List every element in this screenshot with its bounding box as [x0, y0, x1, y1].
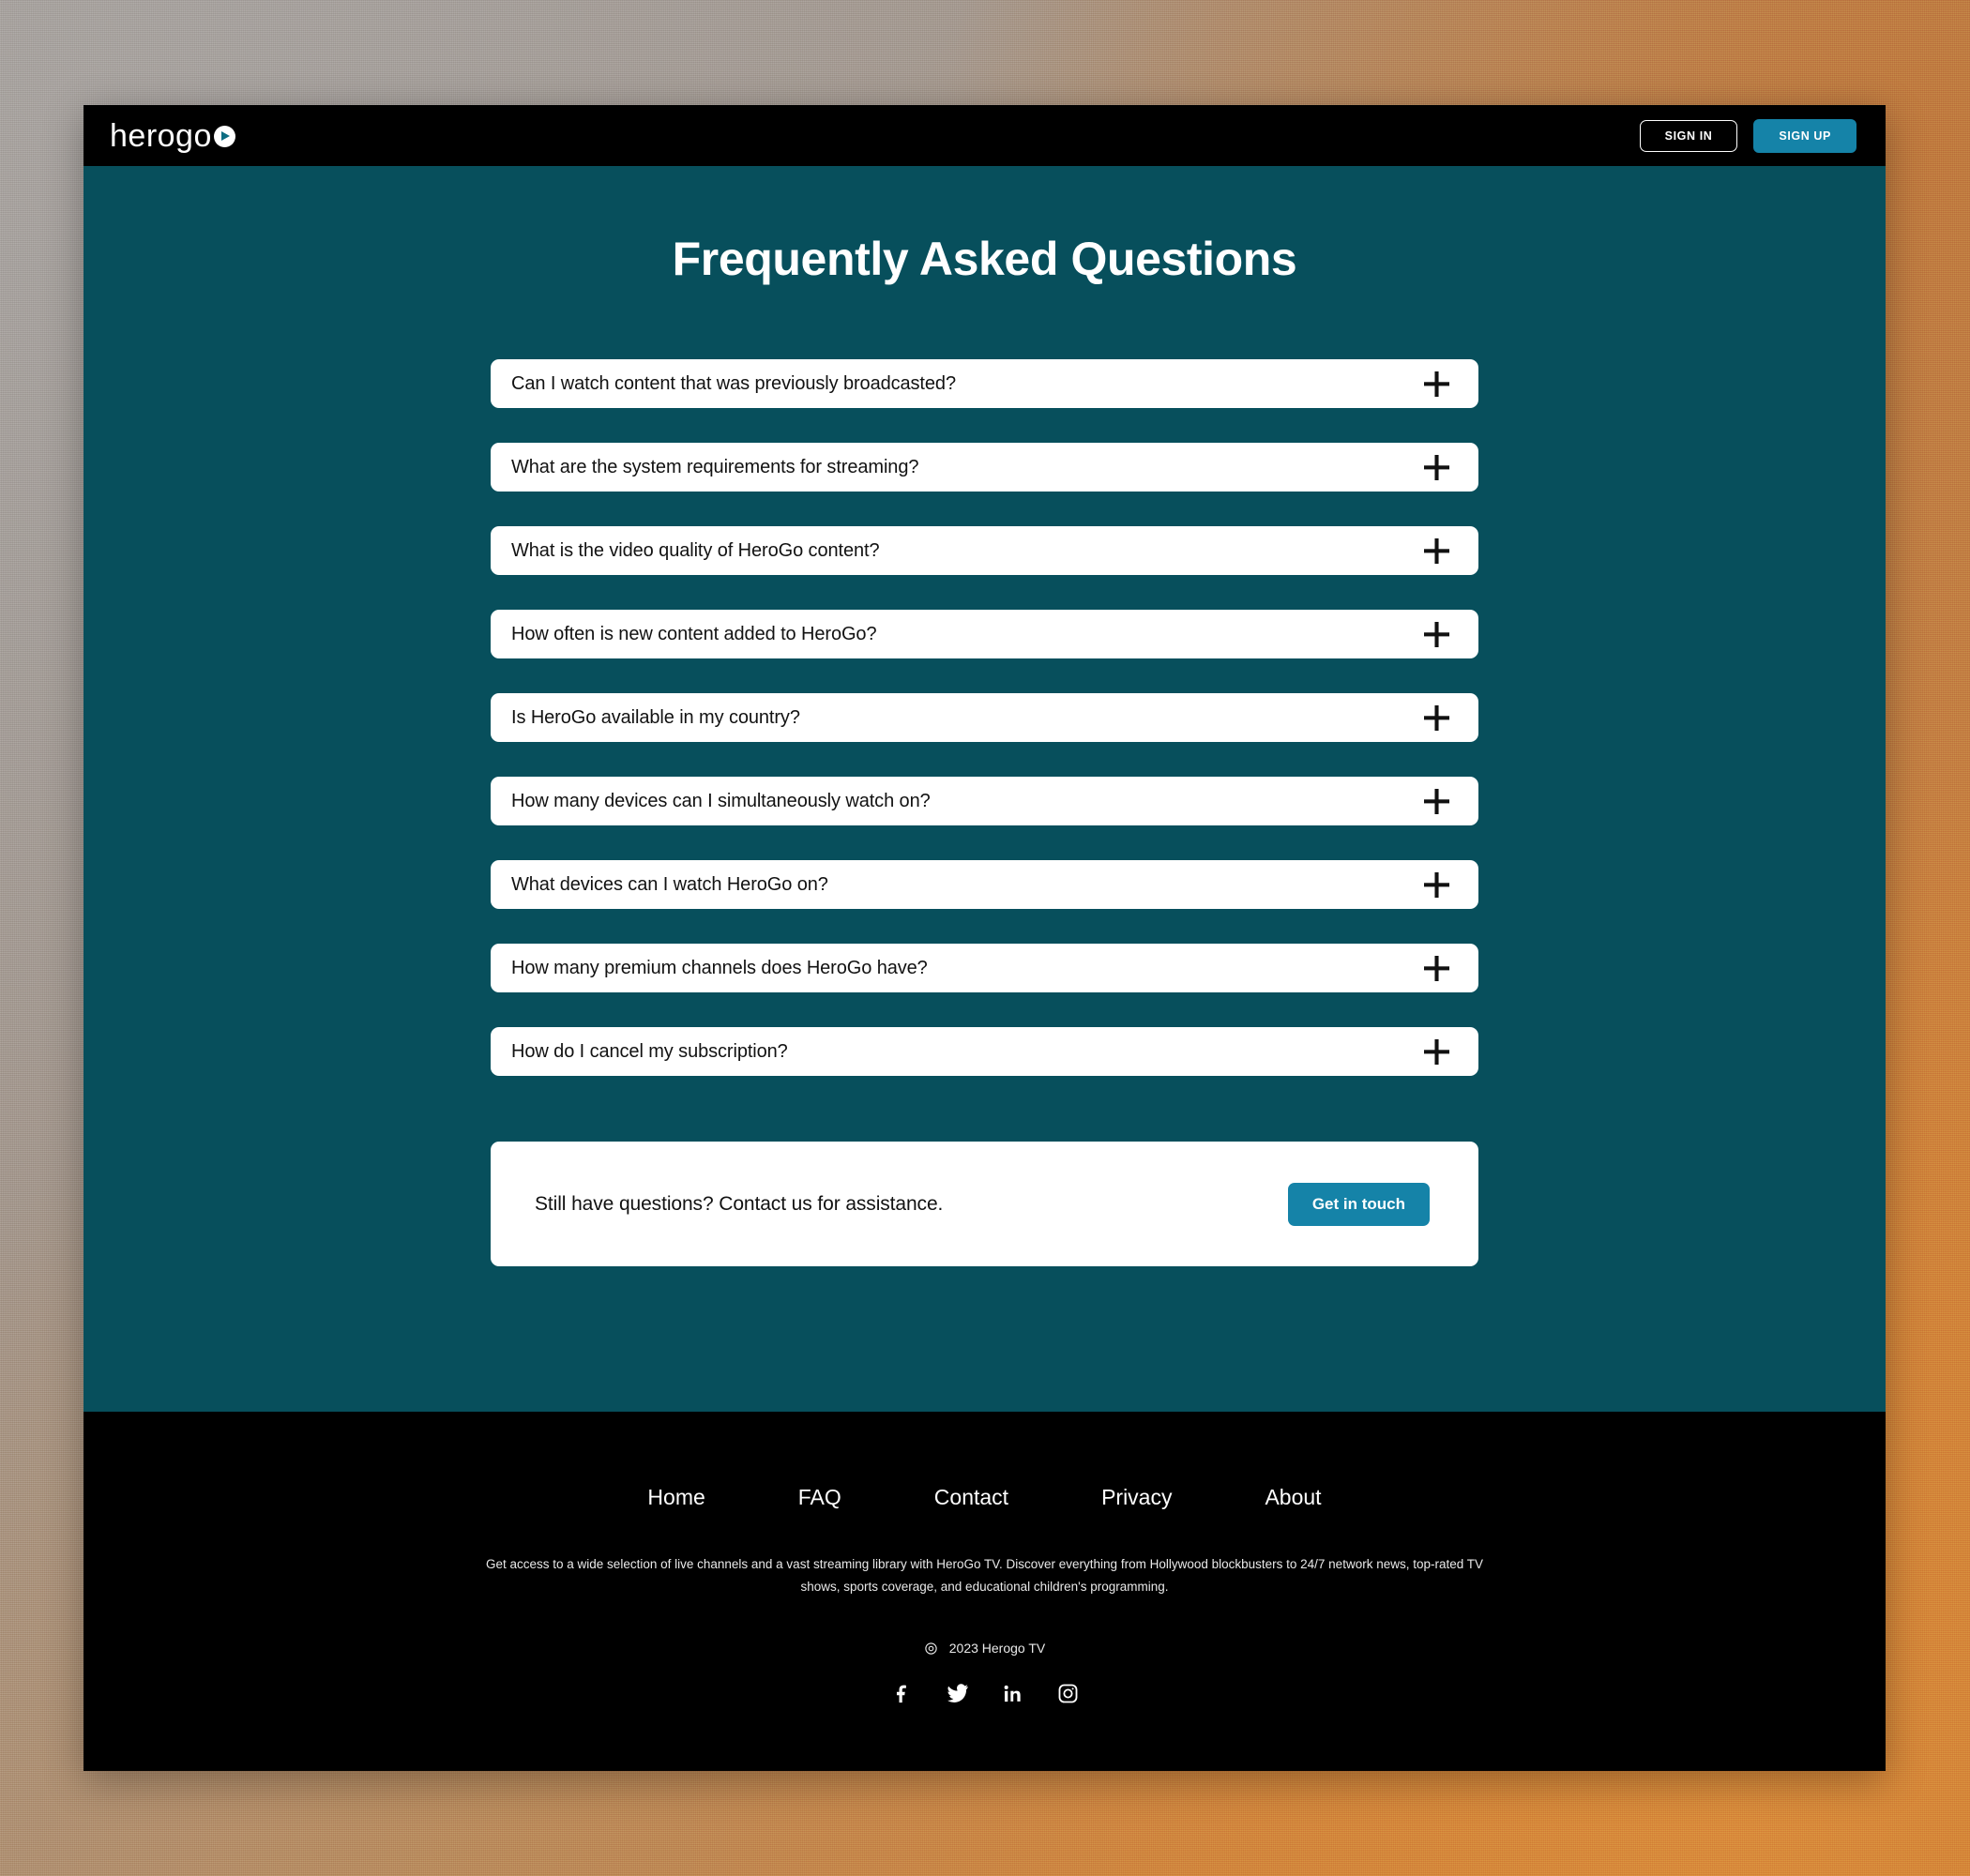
play-circle-icon [213, 125, 235, 147]
faq-section: Frequently Asked Questions Can I watch c… [83, 166, 1886, 1412]
faq-item[interactable]: What is the video quality of HeroGo cont… [491, 526, 1478, 575]
faq-question-label: How many devices can I simultaneously wa… [511, 790, 931, 811]
webpage-container: herogo SIGN IN SIGN UP Frequently Asked … [83, 105, 1886, 1771]
faq-item[interactable]: How many devices can I simultaneously wa… [491, 777, 1478, 825]
faq-question-label: Can I watch content that was previously … [511, 372, 956, 394]
plus-icon[interactable] [1422, 704, 1451, 733]
footer-link-about[interactable]: About [1265, 1485, 1321, 1510]
copyright-line: 2023 Herogo TV [83, 1641, 1886, 1656]
footer-navigation: Home FAQ Contact Privacy About [83, 1485, 1886, 1510]
instagram-icon[interactable] [1057, 1683, 1079, 1704]
faq-item[interactable]: Can I watch content that was previously … [491, 359, 1478, 408]
plus-icon[interactable] [1422, 1037, 1451, 1067]
faq-question-label: What is the video quality of HeroGo cont… [511, 539, 880, 561]
plus-icon[interactable] [1422, 370, 1451, 399]
site-header: herogo SIGN IN SIGN UP [83, 105, 1886, 166]
faq-item[interactable]: What are the system requirements for str… [491, 443, 1478, 492]
social-links [83, 1682, 1886, 1705]
faq-item[interactable]: How many premium channels does HeroGo ha… [491, 944, 1478, 992]
footer-description: Get access to a wide selection of live c… [486, 1557, 1483, 1594]
facebook-icon[interactable] [891, 1684, 912, 1704]
linkedin-icon[interactable] [1003, 1684, 1023, 1704]
faq-item[interactable]: How often is new content added to HeroGo… [491, 610, 1478, 658]
faq-question-label: What devices can I watch HeroGo on? [511, 873, 828, 895]
header-actions: SIGN IN SIGN UP [1639, 118, 1856, 153]
footer-link-contact[interactable]: Contact [934, 1485, 1008, 1510]
contact-cta-text: Still have questions? Contact us for ass… [535, 1192, 944, 1215]
faq-question-label: How many premium channels does HeroGo ha… [511, 957, 928, 978]
copyright-text: 2023 Herogo TV [948, 1641, 1046, 1657]
plus-icon[interactable] [1422, 954, 1451, 983]
brand-logo[interactable]: herogo [110, 120, 235, 152]
twitter-icon[interactable] [946, 1682, 969, 1705]
faq-item[interactable]: What devices can I watch HeroGo on? [491, 860, 1478, 909]
faq-question-label: What are the system requirements for str… [511, 456, 919, 477]
footer-link-faq[interactable]: FAQ [798, 1485, 841, 1510]
faq-item[interactable]: How do I cancel my subscription? [491, 1027, 1478, 1076]
get-in-touch-button[interactable]: Get in touch [1287, 1182, 1430, 1226]
plus-icon[interactable] [1422, 453, 1451, 482]
faq-question-label: How often is new content added to HeroGo… [511, 623, 877, 644]
plus-icon[interactable] [1422, 537, 1451, 566]
faq-question-label: Is HeroGo available in my country? [511, 706, 800, 728]
copyright-icon [925, 1642, 937, 1655]
sign-in-button[interactable]: SIGN IN [1639, 119, 1738, 152]
plus-icon[interactable] [1422, 787, 1451, 816]
faq-item[interactable]: Is HeroGo available in my country? [491, 693, 1478, 742]
footer-link-privacy[interactable]: Privacy [1101, 1485, 1172, 1510]
faq-question-label: How do I cancel my subscription? [511, 1040, 788, 1062]
plus-icon[interactable] [1422, 620, 1451, 649]
faq-accordion-list: Can I watch content that was previously … [491, 359, 1478, 1076]
footer-link-home[interactable]: Home [647, 1485, 705, 1510]
page-title: Frequently Asked Questions [672, 233, 1297, 285]
sign-up-button[interactable]: SIGN UP [1753, 118, 1856, 153]
contact-cta-card: Still have questions? Contact us for ass… [491, 1142, 1478, 1266]
brand-logo-text: herogo [110, 117, 212, 154]
plus-icon[interactable] [1422, 870, 1451, 900]
site-footer: Home FAQ Contact Privacy About Get access to… [83, 1412, 1886, 1771]
